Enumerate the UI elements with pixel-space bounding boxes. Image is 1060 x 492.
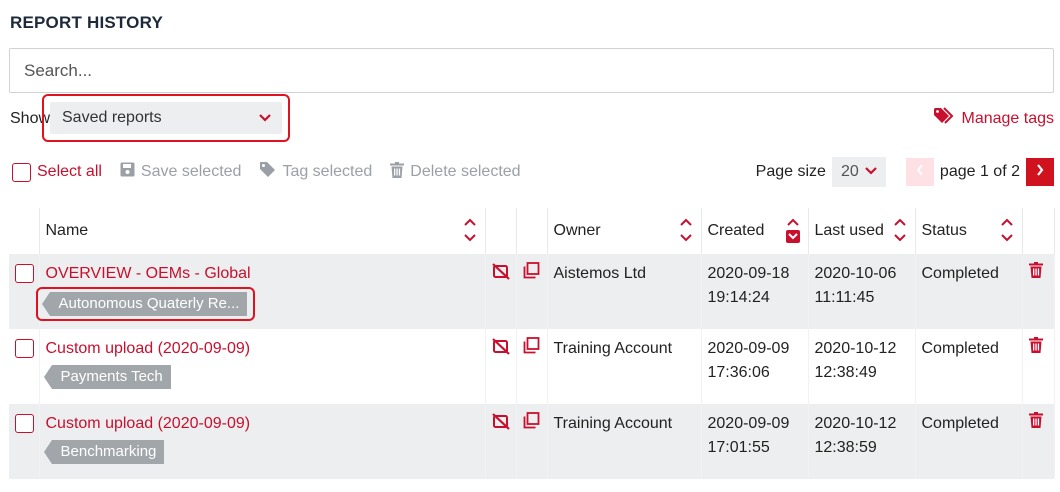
header-status-label: Status xyxy=(921,222,967,239)
header-created[interactable]: Created xyxy=(701,208,809,254)
table-row: OVERVIEW - OEMs - Global Autonomous Quat… xyxy=(9,254,1055,329)
chevron-down-icon xyxy=(258,102,272,146)
manage-tags-link[interactable]: Manage tags xyxy=(933,107,1054,130)
bulk-toolbar: Select all Save selected Tag selected De… xyxy=(12,160,539,184)
row-checkbox[interactable] xyxy=(15,414,34,433)
report-name-link[interactable]: Custom upload (2020-09-09) xyxy=(46,337,479,361)
select-all-label: Select all xyxy=(37,163,102,180)
duplicate-icon[interactable] xyxy=(523,262,540,283)
duplicate-icon[interactable] xyxy=(523,337,540,358)
report-table: Name Owner Created Last used Status OVER… xyxy=(9,208,1055,479)
trash-icon[interactable] xyxy=(1028,412,1043,432)
table-header: Name Owner Created Last used Status xyxy=(9,208,1055,254)
duplicate-icon[interactable] xyxy=(523,412,540,433)
table-row: Custom upload (2020-09-09) Payments Tech… xyxy=(9,329,1055,404)
created-cell: 2020-09-09 17:01:55 xyxy=(701,404,809,479)
header-owner[interactable]: Owner xyxy=(547,208,702,254)
owner-cell: Training Account xyxy=(547,329,702,404)
header-name[interactable]: Name xyxy=(39,208,486,254)
created-cell: 2020-09-09 17:36:06 xyxy=(701,329,809,404)
header-last-used[interactable]: Last used xyxy=(808,208,916,254)
header-name-label: Name xyxy=(45,222,89,239)
page-title: REPORT HISTORY xyxy=(10,13,163,32)
header-unshare xyxy=(485,208,517,254)
report-tag[interactable]: Benchmarking xyxy=(43,440,165,464)
header-last-used-label: Last used xyxy=(814,222,884,239)
status-cell: Completed xyxy=(915,254,1023,329)
unshare-icon[interactable] xyxy=(491,263,510,284)
chevron-right-icon xyxy=(1035,163,1045,181)
select-all-button[interactable]: Select all xyxy=(12,162,102,182)
save-selected-button[interactable]: Save selected xyxy=(120,162,242,182)
status-cell: Completed xyxy=(915,329,1023,404)
sort-icon[interactable] xyxy=(463,217,477,243)
tags-icon xyxy=(933,107,955,130)
save-icon xyxy=(120,162,135,182)
row-checkbox[interactable] xyxy=(15,264,34,283)
sort-icon[interactable] xyxy=(893,217,907,243)
trash-icon[interactable] xyxy=(1028,337,1043,357)
show-select-value: Saved reports xyxy=(62,109,162,126)
save-selected-label: Save selected xyxy=(140,163,242,180)
report-name-link[interactable]: OVERVIEW - OEMs - Global xyxy=(46,262,479,286)
delete-selected-button[interactable]: Delete selected xyxy=(390,161,521,183)
page-size-select[interactable]: 20 xyxy=(831,157,886,187)
table-row: Custom upload (2020-09-09) Benchmarking … xyxy=(9,404,1055,479)
owner-cell: Aistemos Ltd xyxy=(547,254,702,329)
page-size-value: 20 xyxy=(841,163,859,180)
header-status[interactable]: Status xyxy=(915,208,1023,254)
manage-tags-label: Manage tags xyxy=(961,109,1054,127)
header-actions xyxy=(1022,208,1055,254)
search-input[interactable] xyxy=(9,48,1054,93)
last-used-cell: 2020-10-06 11:11:45 xyxy=(808,254,916,329)
tag-selected-button[interactable]: Tag selected xyxy=(259,161,372,183)
sort-icon[interactable] xyxy=(679,217,693,243)
pagination: Page size 20 page 1 of 2 xyxy=(756,157,1054,187)
select-all-checkbox[interactable] xyxy=(12,162,31,182)
unshare-icon[interactable] xyxy=(491,413,510,434)
report-tag[interactable]: Autonomous Quaterly Re... xyxy=(41,292,248,316)
header-owner-label: Owner xyxy=(553,222,601,239)
show-select-highlight: Saved reports xyxy=(42,94,290,142)
page-size-label: Page size xyxy=(755,163,826,180)
chevron-left-icon xyxy=(915,163,925,181)
show-select[interactable]: Saved reports xyxy=(50,102,282,134)
prev-page-button[interactable] xyxy=(905,158,934,186)
header-select xyxy=(9,208,40,254)
sort-desc-icon[interactable] xyxy=(785,217,800,243)
page-indicator: page 1 of 2 xyxy=(939,163,1020,180)
last-used-cell: 2020-10-12 12:38:49 xyxy=(808,329,916,404)
trash-icon[interactable] xyxy=(1028,262,1043,282)
header-created-label: Created xyxy=(707,222,765,239)
sort-icon[interactable] xyxy=(1000,217,1014,243)
chevron-down-icon xyxy=(865,163,877,181)
row-checkbox[interactable] xyxy=(15,339,34,358)
trash-icon xyxy=(390,161,405,183)
tag-highlight: Autonomous Quaterly Re... xyxy=(35,287,256,321)
delete-selected-label: Delete selected xyxy=(410,163,521,180)
tag-icon xyxy=(259,161,276,183)
status-cell: Completed xyxy=(915,404,1023,479)
next-page-button[interactable] xyxy=(1026,158,1054,186)
owner-cell: Training Account xyxy=(547,404,702,479)
tag-selected-label: Tag selected xyxy=(282,163,373,180)
last-used-cell: 2020-10-12 12:38:59 xyxy=(808,404,916,479)
report-name-link[interactable]: Custom upload (2020-09-09) xyxy=(46,412,479,436)
report-tag[interactable]: Payments Tech xyxy=(43,365,171,389)
unshare-icon[interactable] xyxy=(491,338,510,359)
created-cell: 2020-09-18 19:14:24 xyxy=(701,254,809,329)
header-duplicate xyxy=(516,208,548,254)
